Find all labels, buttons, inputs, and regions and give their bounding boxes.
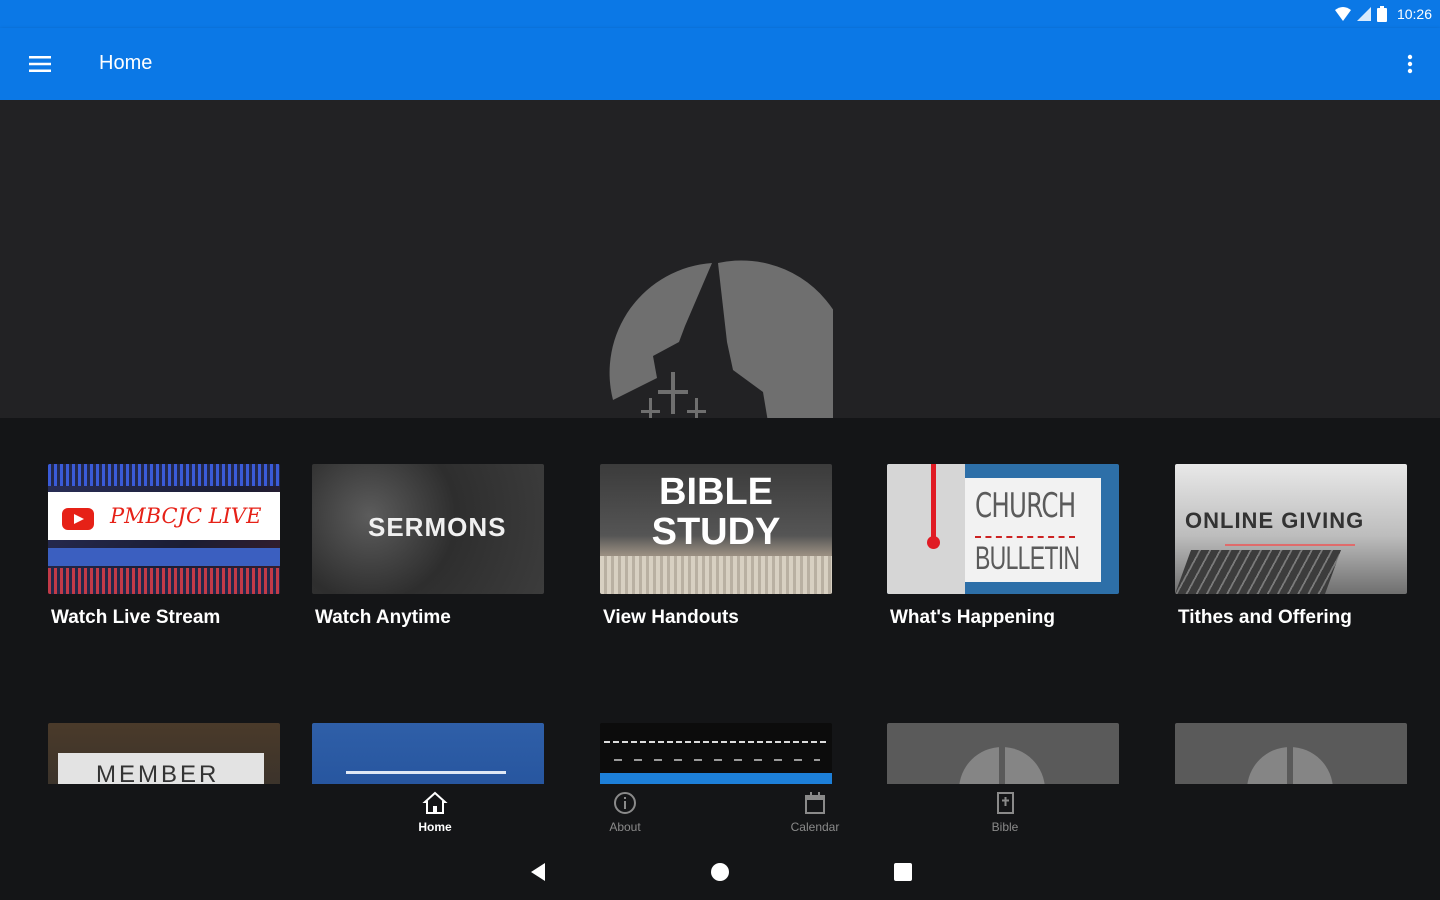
- nav-about[interactable]: About: [580, 790, 670, 834]
- tile-label: Tithes and Offering: [1178, 607, 1352, 628]
- status-time: 10:26: [1396, 6, 1432, 22]
- home-icon: [422, 791, 448, 814]
- tile-image-giving: ONLINE GIVING: [1175, 464, 1407, 594]
- system-home-button[interactable]: [708, 860, 732, 884]
- tile-art-text: PMBCJC LIVE: [110, 504, 262, 528]
- system-recents-button[interactable]: [891, 860, 915, 884]
- tile-art-text: BULLETIN: [975, 540, 1080, 576]
- nav-bible[interactable]: Bible: [960, 790, 1050, 834]
- hero-banner: [0, 100, 1440, 442]
- nav-label: Bible: [991, 820, 1019, 834]
- app-bar: Home: [0, 28, 1440, 100]
- tile-label: Watch Anytime: [315, 607, 451, 628]
- nav-calendar[interactable]: Calendar: [770, 790, 860, 834]
- tile-tithes-and-offering[interactable]: ONLINE GIVING Tithes and Offering: [1175, 464, 1407, 629]
- page-title: Home: [99, 52, 153, 74]
- tile-label: Watch Live Stream: [51, 607, 221, 628]
- nav-home[interactable]: Home: [390, 790, 480, 834]
- more-vert-icon: [1407, 54, 1413, 74]
- tile-grid: PMBCJC LIVE Watch Live Stream SERMONS Wa…: [0, 418, 1440, 784]
- info-icon: [614, 792, 636, 814]
- tile-member[interactable]: MEMBER: [48, 723, 280, 784]
- tile-watch-anytime[interactable]: SERMONS Watch Anytime: [312, 464, 544, 629]
- status-icons: 10:26: [1334, 5, 1432, 23]
- menu-button[interactable]: [22, 46, 58, 82]
- tile-placeholder-1[interactable]: [887, 723, 1119, 784]
- tile-image-sermons: SERMONS: [312, 464, 544, 594]
- tile-whats-happening[interactable]: CHURCH BULLETIN What's Happening: [887, 464, 1119, 629]
- system-back-button[interactable]: [526, 860, 550, 884]
- tile-image-member: MEMBER: [48, 723, 280, 784]
- tile-watch-live-stream[interactable]: PMBCJC LIVE Watch Live Stream: [48, 464, 280, 629]
- overflow-menu-button[interactable]: [1398, 46, 1422, 82]
- signal-icon: [1356, 7, 1371, 21]
- status-bar: 10:26: [0, 0, 1440, 28]
- pin-icon: [931, 464, 936, 542]
- tile-art-text: ONLINE GIVING: [1185, 508, 1365, 533]
- tile-image-bulletin: CHURCH BULLETIN: [887, 464, 1119, 594]
- tile-art-text: BIBLE: [659, 471, 773, 513]
- bottom-nav: Home About Calendar Bible: [0, 784, 1440, 844]
- home-circle-icon: [711, 863, 729, 881]
- nav-label: Home: [418, 820, 452, 834]
- nav-label: About: [609, 820, 641, 834]
- tile-image-bible-study: BIBLE STUDY: [600, 464, 832, 594]
- system-nav-bar: [0, 844, 1440, 900]
- tile-label: What's Happening: [890, 607, 1055, 628]
- youtube-icon: [62, 508, 94, 530]
- tile-image-placeholder: [1175, 723, 1407, 784]
- tile-placeholder-2[interactable]: [1175, 723, 1407, 784]
- nav-label: Calendar: [790, 820, 840, 834]
- tile-image-website: [600, 723, 832, 784]
- tile-website[interactable]: [600, 723, 832, 784]
- tile-art-text: STUDY: [651, 511, 781, 553]
- tile-art-text: MEMBER: [96, 761, 220, 784]
- tile-image-placeholder: [887, 723, 1119, 784]
- tile-image-blue: [312, 723, 544, 784]
- tile-image-live: PMBCJC LIVE: [48, 464, 280, 594]
- back-triangle-icon: [531, 863, 545, 881]
- tile-art-text: SERMONS: [368, 512, 507, 542]
- tile-view-handouts[interactable]: BIBLE STUDY View Handouts: [600, 464, 832, 629]
- tile-blue[interactable]: [312, 723, 544, 784]
- battery-icon: [1376, 6, 1387, 22]
- recents-square-icon: [894, 863, 912, 881]
- hamburger-icon: [29, 56, 51, 72]
- tile-art-text: CHURCH: [975, 486, 1076, 526]
- wifi-icon: [1334, 7, 1351, 21]
- tile-label: View Handouts: [603, 607, 739, 628]
- calendar-icon: [805, 792, 825, 814]
- bible-icon: [997, 792, 1014, 814]
